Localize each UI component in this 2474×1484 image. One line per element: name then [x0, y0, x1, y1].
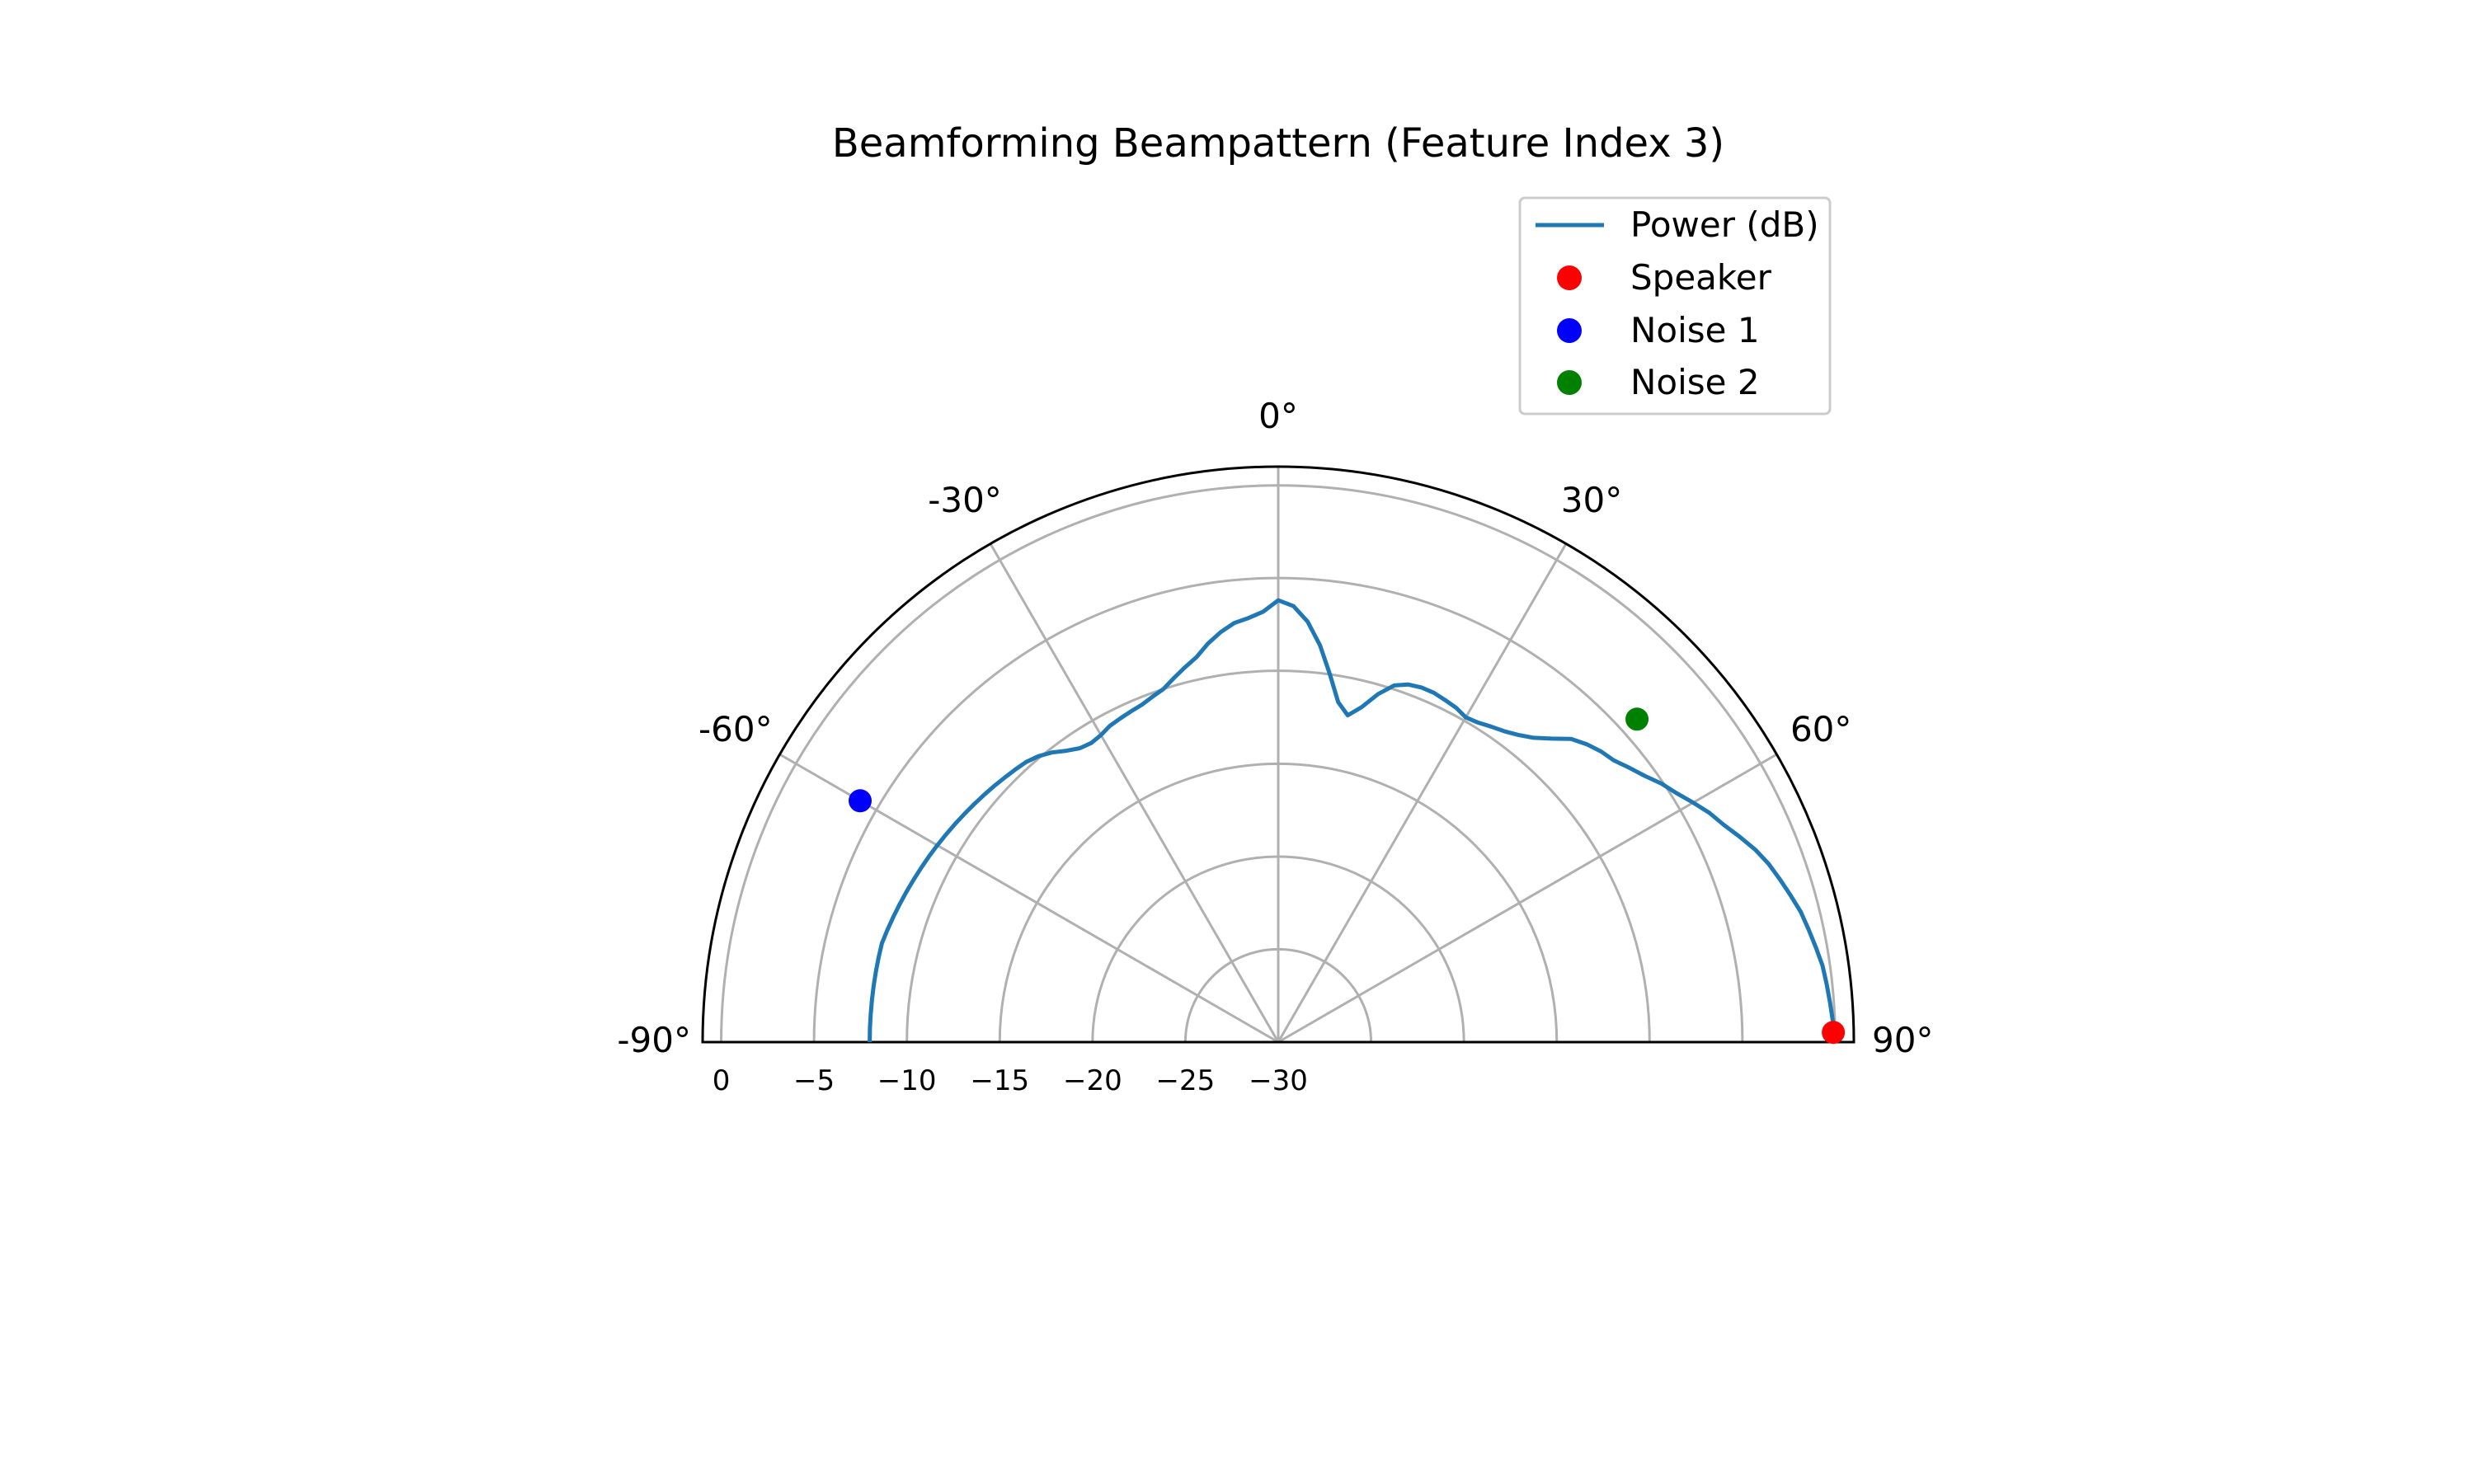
angle-tick-label: -90°: [617, 1020, 691, 1060]
radial-tick-label: −15: [970, 1064, 1029, 1097]
legend-label-speaker: Speaker: [1630, 257, 1772, 298]
angle-tick-label: 60°: [1790, 709, 1851, 749]
legend-marker-noise-1: [1557, 318, 1582, 343]
angle-tick-label: 0°: [1258, 396, 1298, 436]
radial-tick-label: −20: [1063, 1064, 1122, 1097]
beampattern-figure: Beamforming Beampattern (Feature Index 3…: [0, 0, 2474, 1484]
speaker-marker: [1822, 1021, 1846, 1045]
radial-tick-label: 0: [713, 1064, 731, 1097]
chart-title: Beamforming Beampattern (Feature Index 3…: [832, 120, 1724, 167]
angle-tick-label: -60°: [698, 709, 773, 749]
legend-marker-noise-2: [1557, 370, 1582, 395]
legend-label-power: Power (dB): [1630, 204, 1819, 245]
radial-tick-label: −30: [1249, 1064, 1308, 1097]
legend-marker-speaker: [1557, 265, 1582, 290]
legend-label-noise-2: Noise 2: [1630, 362, 1760, 402]
angle-tick-label: -30°: [928, 480, 1002, 520]
angle-tick-label: 30°: [1561, 480, 1622, 520]
legend: Power (dB) Speaker Noise 1 Noise 2: [1518, 196, 1832, 416]
noise-2-marker: [1625, 707, 1649, 731]
legend-label-noise-1: Noise 1: [1630, 310, 1760, 350]
angle-tick-label: 90°: [1872, 1020, 1933, 1060]
figure-background: [0, 0, 2474, 1484]
noise-1-marker: [849, 789, 872, 813]
radial-tick-label: −25: [1156, 1064, 1216, 1097]
radial-tick-label: −5: [793, 1064, 835, 1097]
radial-tick-label: −10: [877, 1064, 937, 1097]
